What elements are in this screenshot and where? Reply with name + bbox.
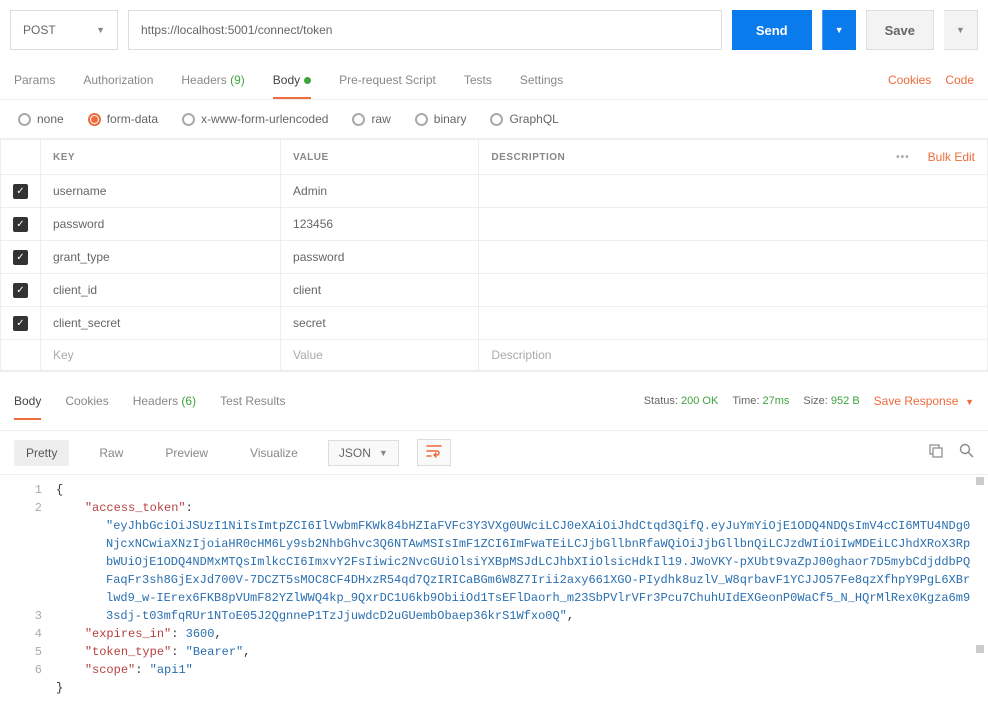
size-label: Size: 952 B: [803, 395, 859, 407]
scrollbar-track: [976, 477, 984, 653]
form-data-table: KEY VALUE DESCRIPTION ••• Bulk Edit ✓ use…: [0, 139, 988, 371]
table-row[interactable]: ✓ grant_typepassword: [1, 241, 988, 274]
radio-icon: [182, 113, 195, 126]
save-dropdown[interactable]: ▼: [944, 10, 978, 50]
search-icon[interactable]: [959, 443, 974, 463]
key-cell[interactable]: username: [41, 175, 281, 208]
desc-header: DESCRIPTION ••• Bulk Edit: [479, 140, 988, 175]
body-type-selector: none form-data x-www-form-urlencoded raw…: [0, 100, 988, 139]
tab-settings[interactable]: Settings: [520, 61, 563, 99]
url-input[interactable]: [128, 10, 722, 50]
radio-icon: [88, 113, 101, 126]
radio-xwww[interactable]: x-www-form-urlencoded: [182, 112, 328, 126]
value-cell[interactable]: Admin: [281, 175, 479, 208]
status-dot-icon: [304, 77, 311, 84]
desc-cell[interactable]: [479, 241, 988, 274]
tab-body[interactable]: Body: [273, 61, 311, 99]
key-cell[interactable]: password: [41, 208, 281, 241]
format-select[interactable]: JSON▼: [328, 440, 399, 466]
radio-binary[interactable]: binary: [415, 112, 467, 126]
save-response-link[interactable]: Save Response ▼: [874, 394, 974, 408]
checkbox-icon[interactable]: ✓: [13, 283, 28, 298]
value-input[interactable]: Value: [281, 340, 479, 371]
key-input[interactable]: Key: [41, 340, 281, 371]
table-row[interactable]: ✓ usernameAdmin: [1, 175, 988, 208]
table-row[interactable]: ✓ client_idclient: [1, 274, 988, 307]
wrap-lines-icon[interactable]: [417, 439, 451, 466]
checkbox-icon[interactable]: ✓: [13, 184, 28, 199]
json-content: { "access_token": "eyJhbGciOiJSUzI1NiIsI…: [56, 481, 988, 697]
value-cell[interactable]: password: [281, 241, 479, 274]
preview-button[interactable]: Preview: [153, 440, 220, 466]
chevron-down-icon: ▼: [835, 25, 844, 35]
radio-raw[interactable]: raw: [352, 112, 390, 126]
radio-icon: [18, 113, 31, 126]
desc-cell[interactable]: [479, 208, 988, 241]
line-gutter: 12 3456: [0, 481, 56, 697]
send-dropdown[interactable]: ▼: [822, 10, 856, 50]
save-button[interactable]: Save: [866, 10, 934, 50]
pretty-button[interactable]: Pretty: [14, 440, 69, 466]
resp-tab-headers[interactable]: Headers (6): [133, 382, 196, 420]
more-icon[interactable]: •••: [896, 152, 910, 163]
tab-prerequest[interactable]: Pre-request Script: [339, 61, 436, 99]
value-header: VALUE: [281, 140, 479, 175]
checkbox-icon[interactable]: ✓: [13, 217, 28, 232]
method-label: POST: [23, 23, 56, 37]
table-row-new[interactable]: KeyValueDescription: [1, 340, 988, 371]
response-body-viewer[interactable]: 12 3456 { "access_token": "eyJhbGciOiJSU…: [0, 475, 988, 703]
radio-none[interactable]: none: [18, 112, 64, 126]
radio-icon: [415, 113, 428, 126]
tab-params[interactable]: Params: [14, 61, 55, 99]
radio-graphql[interactable]: GraphQL: [490, 112, 558, 126]
check-all-header: [1, 140, 41, 175]
key-cell[interactable]: grant_type: [41, 241, 281, 274]
code-link[interactable]: Code: [945, 73, 974, 87]
value-cell[interactable]: client: [281, 274, 479, 307]
raw-button[interactable]: Raw: [87, 440, 135, 466]
resp-tab-body[interactable]: Body: [14, 382, 41, 420]
desc-input[interactable]: Description: [479, 340, 988, 371]
desc-cell[interactable]: [479, 274, 988, 307]
key-cell[interactable]: client_secret: [41, 307, 281, 340]
chevron-down-icon: ▼: [379, 448, 388, 458]
desc-cell[interactable]: [479, 175, 988, 208]
response-tabs: Body Cookies Headers (6) Test Results St…: [0, 371, 988, 431]
cookies-link[interactable]: Cookies: [888, 73, 931, 87]
response-toolbar: Pretty Raw Preview Visualize JSON▼: [0, 431, 988, 475]
visualize-button[interactable]: Visualize: [238, 440, 310, 466]
radio-icon: [352, 113, 365, 126]
method-select[interactable]: POST ▼: [10, 10, 118, 50]
key-cell[interactable]: client_id: [41, 274, 281, 307]
table-row[interactable]: ✓ password123456: [1, 208, 988, 241]
resp-tab-tests[interactable]: Test Results: [220, 382, 285, 420]
resp-tab-cookies[interactable]: Cookies: [65, 382, 108, 420]
key-header: KEY: [41, 140, 281, 175]
desc-cell[interactable]: [479, 307, 988, 340]
chevron-down-icon: ▼: [96, 25, 105, 35]
tab-headers[interactable]: Headers (9): [181, 61, 244, 99]
checkbox-icon[interactable]: ✓: [13, 250, 28, 265]
copy-icon[interactable]: [928, 443, 943, 463]
checkbox-icon[interactable]: ✓: [13, 316, 28, 331]
bulk-edit-link[interactable]: Bulk Edit: [928, 150, 975, 164]
radio-form-data[interactable]: form-data: [88, 112, 158, 126]
value-cell[interactable]: secret: [281, 307, 479, 340]
tab-authorization[interactable]: Authorization: [83, 61, 153, 99]
radio-icon: [490, 113, 503, 126]
chevron-down-icon: ▼: [965, 397, 974, 407]
status-label: Status: 200 OK: [644, 395, 719, 407]
value-cell[interactable]: 123456: [281, 208, 479, 241]
send-button[interactable]: Send: [732, 10, 812, 50]
request-tabs: Params Authorization Headers (9) Body Pr…: [0, 60, 988, 100]
time-label: Time: 27ms: [732, 395, 789, 407]
chevron-down-icon: ▼: [956, 25, 965, 35]
tab-tests[interactable]: Tests: [464, 61, 492, 99]
table-row[interactable]: ✓ client_secretsecret: [1, 307, 988, 340]
